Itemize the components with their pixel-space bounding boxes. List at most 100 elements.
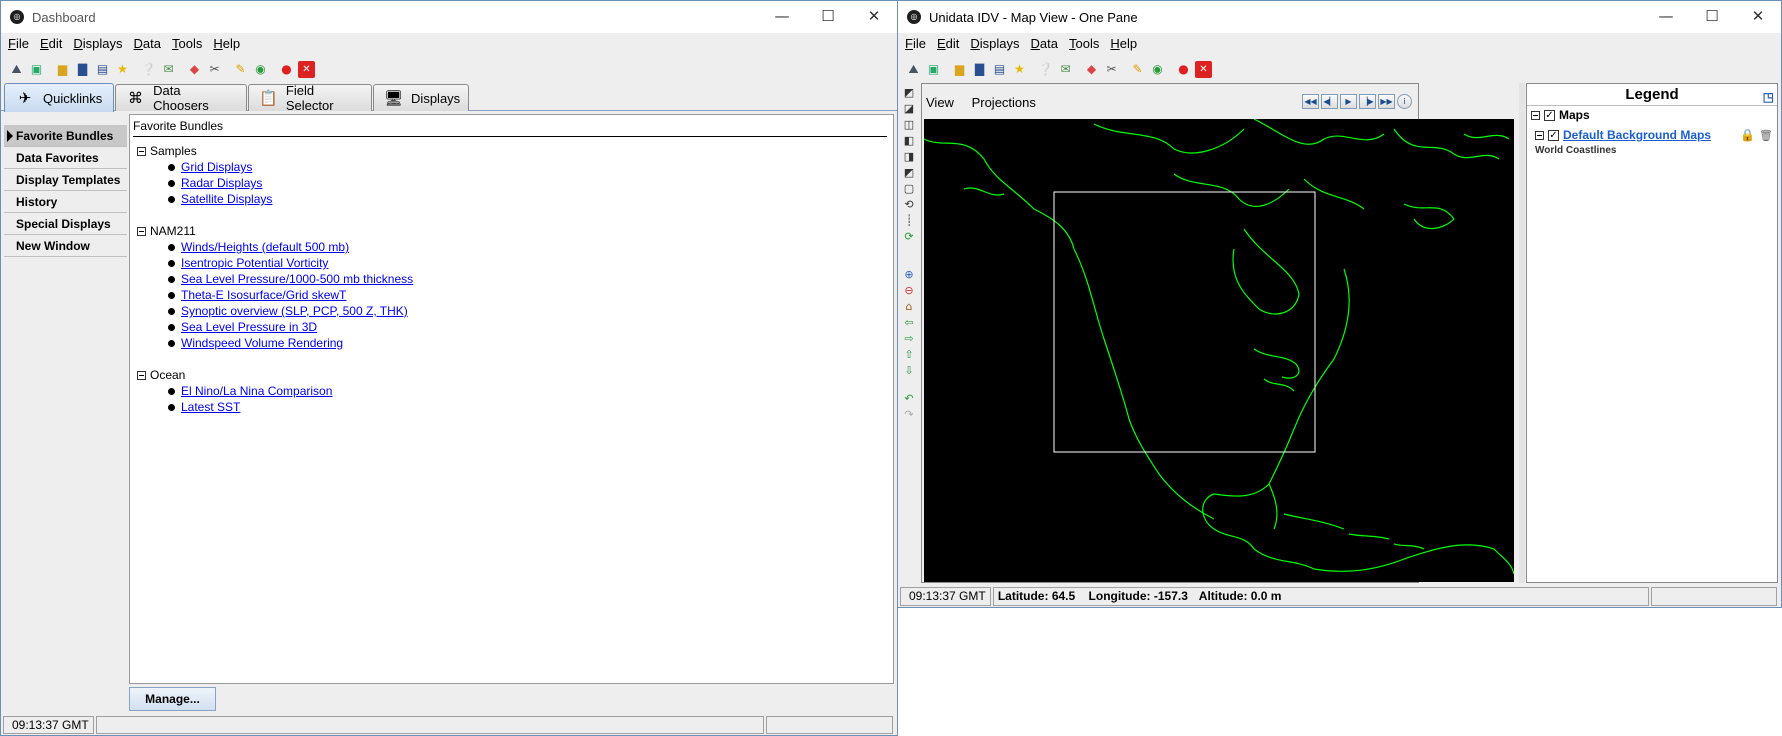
west-view-icon[interactable]: ▢	[901, 181, 917, 195]
eraser-icon[interactable]: ◆	[1083, 61, 1100, 78]
close-icon[interactable]: ✕	[851, 1, 897, 33]
step-back-icon[interactable]: ◀▏	[1321, 94, 1338, 109]
menu-file[interactable]: File	[8, 36, 29, 51]
new-display-icon[interactable]: ⛰	[905, 61, 922, 78]
bundle-link[interactable]: Winds/Heights (default 500 mb)	[181, 240, 349, 254]
sidebar-item-history[interactable]: History	[4, 191, 127, 213]
bundle-link[interactable]: Grid Displays	[181, 160, 252, 174]
cancel-icon[interactable]: ✕	[1195, 60, 1212, 78]
save-as-icon[interactable]: ▤	[991, 61, 1008, 78]
scissors-icon[interactable]: ✂	[1103, 61, 1120, 78]
south-view-icon[interactable]: ◨	[901, 149, 917, 163]
save-icon[interactable]: ▇	[971, 61, 988, 78]
menu-displays[interactable]: Displays	[73, 36, 122, 51]
menu-data[interactable]: Data	[1031, 36, 1058, 51]
rotate-view-icon[interactable]: ⟲	[901, 197, 917, 211]
tab-data-choosers[interactable]: ⌘ Data Choosers	[115, 83, 247, 113]
menu-data[interactable]: Data	[134, 36, 161, 51]
maximize-icon[interactable]: ☐	[1689, 1, 1735, 33]
minimize-icon[interactable]: —	[759, 1, 805, 33]
collapse-icon[interactable]	[137, 146, 146, 156]
favorite-star-icon[interactable]: ★	[114, 61, 131, 78]
menu-view[interactable]: View	[926, 95, 954, 110]
new-display-icon[interactable]: ⛰	[8, 61, 25, 78]
maps-checkbox[interactable]: ✓	[1544, 109, 1555, 121]
eraser-icon[interactable]: ◆	[186, 61, 203, 78]
menu-projections[interactable]: Projections	[972, 95, 1036, 110]
lock-icon[interactable]: 🔒	[1740, 128, 1755, 142]
trash-icon[interactable]: 🗑	[1759, 129, 1773, 142]
manage-button[interactable]: Manage...	[129, 687, 216, 711]
menu-edit[interactable]: Edit	[40, 36, 62, 51]
pencil-icon[interactable]: ✎	[1129, 61, 1146, 78]
favorite-star-icon[interactable]: ★	[1011, 61, 1028, 78]
globe-icon[interactable]: ◉	[1149, 61, 1166, 78]
open-folder-icon[interactable]: ▆	[54, 61, 71, 78]
save-as-icon[interactable]: ▤	[94, 61, 111, 78]
bundle-link[interactable]: Radar Displays	[181, 176, 262, 190]
step-forward-icon[interactable]: ▕▶	[1359, 94, 1376, 109]
tab-displays[interactable]: 🖥 Displays	[373, 84, 469, 111]
mail-icon[interactable]: ✉	[1057, 61, 1074, 78]
scissors-icon[interactable]: ✂	[206, 61, 223, 78]
bundle-link[interactable]: Sea Level Pressure in 3D	[181, 320, 317, 334]
menu-help[interactable]: Help	[1110, 36, 1137, 51]
sidebar-item-display-templates[interactable]: Display Templates	[4, 169, 127, 191]
map-canvas[interactable]	[923, 118, 1515, 582]
bundle-link[interactable]: El Nino/La Nina Comparison	[181, 384, 332, 398]
north-view-icon[interactable]: ◧	[901, 133, 917, 147]
pan-right-icon[interactable]: ⇨	[901, 331, 917, 345]
undo-icon[interactable]: ↶	[901, 391, 917, 405]
pan-left-icon[interactable]: ⇦	[901, 315, 917, 329]
legend-splitter[interactable]	[1519, 83, 1525, 583]
minimize-icon[interactable]: —	[1643, 1, 1689, 33]
collapse-icon[interactable]	[1531, 110, 1540, 120]
menu-file[interactable]: File	[905, 36, 926, 51]
stop-icon[interactable]: ●	[1175, 61, 1192, 78]
menu-displays[interactable]: Displays	[970, 36, 1019, 51]
tab-field-selector[interactable]: 📋 Field Selector	[248, 83, 372, 113]
zoom-out-icon[interactable]: ⊖	[901, 283, 917, 297]
bundle-link[interactable]: Theta-E Isosurface/Grid skewT	[181, 288, 346, 302]
open-folder-icon[interactable]: ▆	[951, 61, 968, 78]
pan-up-icon[interactable]: ⇧	[901, 347, 917, 361]
home-icon[interactable]: ⌂	[901, 299, 917, 313]
bundle-link[interactable]: Sea Level Pressure/1000-500 mb thickness	[181, 272, 413, 286]
collapse-icon[interactable]	[1535, 130, 1544, 140]
zoom-in-icon[interactable]: ⊕	[901, 267, 917, 281]
tab-quicklinks[interactable]: ✈ Quicklinks	[4, 83, 114, 112]
new-window-icon[interactable]: ▣	[925, 61, 942, 78]
last-frame-icon[interactable]: ▶▶	[1378, 94, 1395, 109]
top-view-icon[interactable]: ◪	[901, 101, 917, 115]
menu-edit[interactable]: Edit	[937, 36, 959, 51]
perspective-view-icon[interactable]: ◩	[901, 85, 917, 99]
stop-icon[interactable]: ●	[278, 61, 295, 78]
cancel-icon[interactable]: ✕	[298, 60, 315, 78]
info-icon[interactable]: i	[1397, 94, 1412, 109]
new-window-icon[interactable]: ▣	[28, 61, 45, 78]
help-icon[interactable]: ❔	[140, 61, 157, 78]
menu-tools[interactable]: Tools	[172, 36, 202, 51]
sidebar-item-new-window[interactable]: New Window	[4, 235, 127, 257]
maximize-icon[interactable]: ☐	[805, 1, 851, 33]
sidebar-item-favorite-bundles[interactable]: Favorite Bundles	[4, 125, 127, 147]
refresh-icon[interactable]: ⟳	[901, 229, 917, 243]
help-icon[interactable]: ❔	[1037, 61, 1054, 78]
globe-icon[interactable]: ◉	[252, 61, 269, 78]
bottom-view-icon[interactable]: ◫	[901, 117, 917, 131]
bundle-link[interactable]: Windspeed Volume Rendering	[181, 336, 343, 350]
close-icon[interactable]: ✕	[1735, 1, 1781, 33]
bundle-link[interactable]: Satellite Displays	[181, 192, 272, 206]
collapse-icon[interactable]	[137, 226, 146, 236]
default-background-maps-link[interactable]: Default Background Maps	[1563, 128, 1711, 142]
first-frame-icon[interactable]: ◀◀	[1302, 94, 1319, 109]
legend-float-icon[interactable]: ◳	[1763, 86, 1774, 108]
mail-icon[interactable]: ✉	[160, 61, 177, 78]
default-maps-checkbox[interactable]: ✓	[1548, 129, 1559, 141]
collapse-icon[interactable]	[137, 370, 146, 380]
bundle-link[interactable]: Isentropic Potential Vorticity	[181, 256, 328, 270]
east-view-icon[interactable]: ◩	[901, 165, 917, 179]
bundle-link[interactable]: Latest SST	[181, 400, 240, 414]
sidebar-item-data-favorites[interactable]: Data Favorites	[4, 147, 127, 169]
pencil-icon[interactable]: ✎	[232, 61, 249, 78]
